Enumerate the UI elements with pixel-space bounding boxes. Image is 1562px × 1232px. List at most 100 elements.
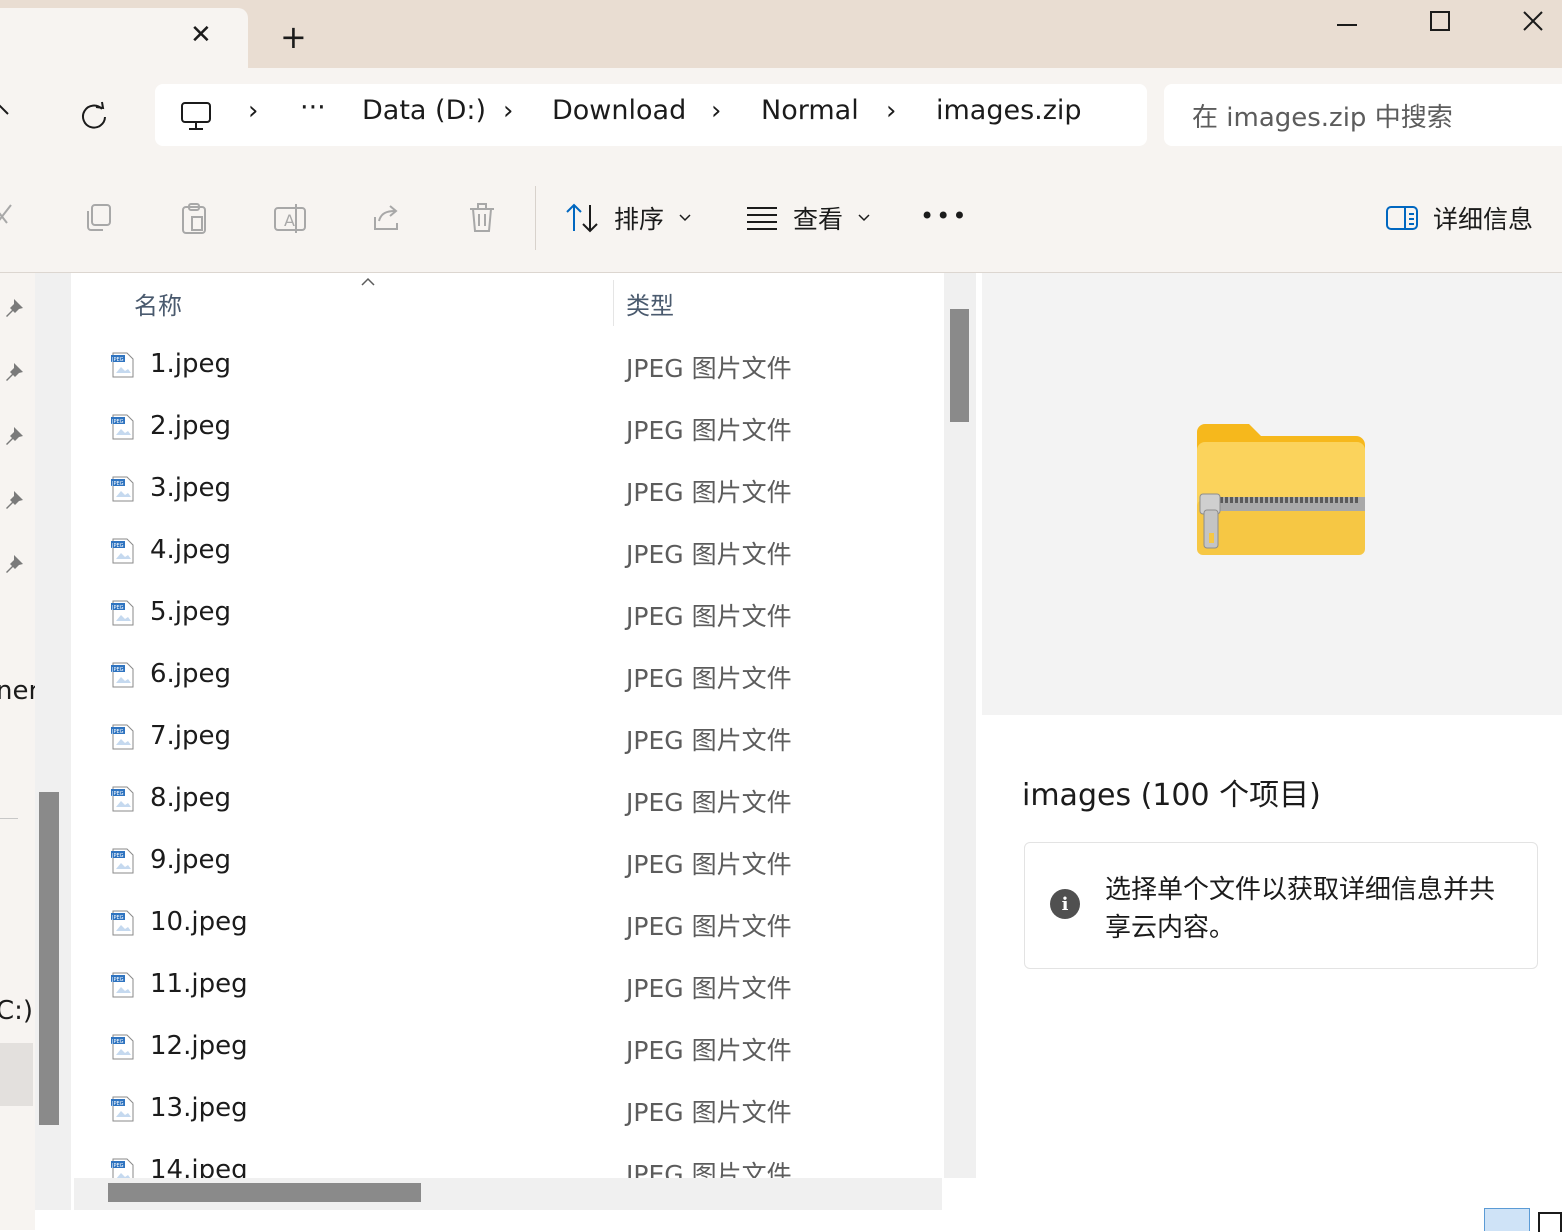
nav-scrollbar-thumb[interactable] [39,792,59,1125]
nav-item-selected[interactable] [0,1043,33,1106]
breadcrumb-data-d[interactable]: Data (D:) [362,95,486,126]
copy-icon[interactable] [78,198,118,238]
jpeg-file-icon: JPEG [109,909,137,937]
maximize-icon[interactable] [1395,0,1485,40]
file-type: JPEG 图片文件 [626,850,792,879]
file-row[interactable]: JPEG 14.jpeg JPEG 图片文件 [72,1141,944,1178]
nav-item-drive-c[interactable]: C:) [0,996,33,1026]
view-label: 查看 [793,205,844,234]
file-row[interactable]: JPEG 10.jpeg JPEG 图片文件 [72,893,944,955]
breadcrumb-normal[interactable]: Normal [761,95,859,126]
file-row[interactable]: JPEG 8.jpeg JPEG 图片文件 [72,769,944,831]
view-button[interactable]: 查看 [745,200,871,236]
file-type: JPEG 图片文件 [626,788,792,817]
file-type: JPEG 图片文件 [626,1036,792,1065]
pin-icon[interactable] [4,424,26,450]
jpeg-file-icon: JPEG [109,475,137,503]
svg-text:JPEG: JPEG [111,605,124,611]
details-button[interactable]: 详细信息 [1385,200,1533,236]
file-type: JPEG 图片文件 [626,602,792,631]
paste-icon[interactable] [174,198,214,238]
view-list-icon [747,207,777,230]
pin-icon[interactable] [4,488,26,514]
column-divider[interactable] [613,280,614,326]
file-row[interactable]: JPEG 12.jpeg JPEG 图片文件 [72,1017,944,1079]
file-type: JPEG 图片文件 [626,1160,792,1178]
breadcrumb-download[interactable]: Download [552,95,686,126]
pin-icon[interactable] [4,552,26,578]
file-row[interactable]: JPEG 13.jpeg JPEG 图片文件 [72,1079,944,1141]
delete-icon[interactable] [462,198,502,238]
new-tab-icon[interactable]: + [280,18,307,56]
column-header-type[interactable]: 类型 [626,286,674,321]
file-row[interactable]: JPEG 4.jpeg JPEG 图片文件 [72,521,944,583]
jpeg-file-icon: JPEG [109,661,137,689]
svg-text:JPEG: JPEG [111,915,124,921]
file-type: JPEG 图片文件 [626,726,792,755]
jpeg-file-icon: JPEG [109,785,137,813]
file-type: JPEG 图片文件 [626,416,792,445]
sort-label: 排序 [614,205,665,234]
file-row[interactable]: JPEG 5.jpeg JPEG 图片文件 [72,583,944,645]
pin-icon[interactable] [4,360,26,386]
svg-text:JPEG: JPEG [111,543,124,549]
chevron-right-icon[interactable]: › [503,96,513,126]
share-icon[interactable] [366,198,406,238]
close-tab-icon[interactable]: ✕ [190,20,212,50]
file-name: 7.jpeg [150,721,232,751]
file-row[interactable]: JPEG 2.jpeg JPEG 图片文件 [72,397,944,459]
chevron-right-icon[interactable]: › [886,96,896,126]
breadcrumb-overflow[interactable]: ··· [300,92,326,123]
file-name: 8.jpeg [150,783,232,813]
file-row[interactable]: JPEG 3.jpeg JPEG 图片文件 [72,459,944,521]
file-type: JPEG 图片文件 [626,478,792,507]
file-name: 10.jpeg [150,907,248,937]
svg-text:JPEG: JPEG [111,729,124,735]
close-window-icon[interactable] [1488,0,1562,40]
refresh-icon[interactable] [80,101,108,135]
details-view-toggle-icon[interactable] [1484,1208,1530,1231]
minimize-icon[interactable] [1302,0,1392,40]
rename-icon[interactable]: A [270,198,310,238]
jpeg-file-icon: JPEG [109,1095,137,1123]
details-pane-icon [1386,206,1418,230]
breadcrumb-images-zip[interactable]: images.zip [936,95,1082,126]
file-row[interactable]: JPEG 1.jpeg JPEG 图片文件 [72,335,944,397]
this-pc-icon[interactable] [180,100,212,136]
jpeg-file-icon: JPEG [109,723,137,751]
up-arrow-icon[interactable] [0,100,12,128]
sort-icon [566,203,598,233]
nav-divider [0,818,18,819]
more-options-icon[interactable]: ••• [920,202,968,230]
svg-text:JPEG: JPEG [111,419,124,425]
pin-icon[interactable] [4,296,26,322]
file-name: 1.jpeg [150,349,232,379]
file-name: 6.jpeg [150,659,232,689]
file-row[interactable]: JPEG 7.jpeg JPEG 图片文件 [72,707,944,769]
svg-text:JPEG: JPEG [111,977,124,983]
column-header-name[interactable]: 名称 [134,286,182,321]
file-row[interactable]: JPEG 11.jpeg JPEG 图片文件 [72,955,944,1017]
jpeg-file-icon: JPEG [109,351,137,379]
search-input[interactable]: 在 images.zip 中搜索 [1192,97,1453,134]
sort-button[interactable]: 排序 [564,200,692,236]
file-name: 12.jpeg [150,1031,248,1061]
chevron-right-icon[interactable]: › [248,96,258,126]
svg-text:JPEG: JPEG [111,853,124,859]
chevron-down-icon [858,214,870,222]
file-row[interactable]: JPEG 6.jpeg JPEG 图片文件 [72,645,944,707]
vertical-scrollbar-thumb[interactable] [950,309,969,422]
jpeg-file-icon: JPEG [109,413,137,441]
chevron-right-icon[interactable]: › [711,96,721,126]
svg-text:JPEG: JPEG [111,1039,124,1045]
file-type: JPEG 图片文件 [626,1098,792,1127]
tiles-view-toggle-icon[interactable] [1538,1212,1562,1232]
svg-text:JPEG: JPEG [111,667,124,673]
file-row[interactable]: JPEG 9.jpeg JPEG 图片文件 [72,831,944,893]
file-type: JPEG 图片文件 [626,912,792,941]
cut-icon[interactable] [0,198,22,238]
horizontal-scrollbar-thumb[interactable] [108,1183,421,1202]
jpeg-file-icon: JPEG [109,971,137,999]
file-name: 9.jpeg [150,845,232,875]
svg-text:JPEG: JPEG [111,357,124,363]
